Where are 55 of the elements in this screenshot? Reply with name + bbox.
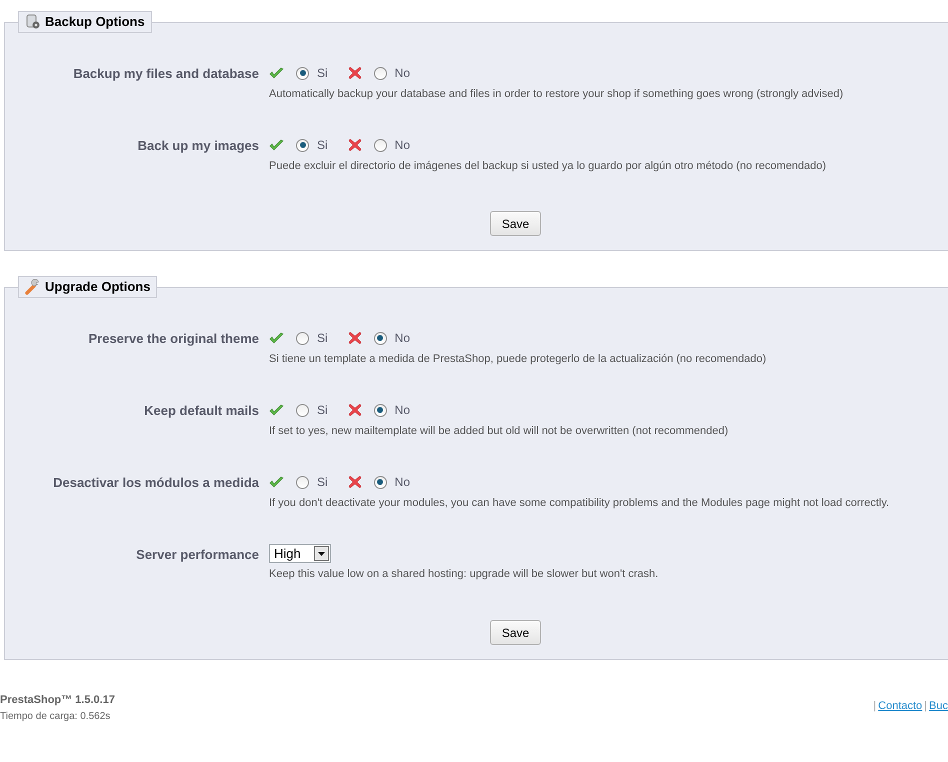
field-label: Server performance — [135, 546, 260, 564]
database-gear-icon — [25, 14, 41, 30]
load-time-text: Tiempo de carga: 0.562s — [0, 710, 112, 724]
field-description: Keep this value low on a shared hosting: upgrade will be slower but won't crash. — [269, 567, 658, 582]
link-separator: | — [924, 699, 928, 714]
radio-button[interactable] — [374, 332, 387, 344]
section-title: Backup Options — [45, 13, 145, 32]
field-description: Si tiene un template a medida de PrestaShop, puede protegerlo de la actualización (no recomendado) — [269, 352, 766, 367]
check-icon — [269, 66, 284, 80]
option-label: No — [394, 402, 410, 419]
radio-button[interactable] — [374, 138, 387, 152]
field-description: Automatically backup your database and files in order to restore your shop if something goes wrong (strongly advised) — [269, 87, 844, 102]
check-icon — [269, 138, 284, 152]
cross-icon — [348, 331, 362, 345]
cross-icon — [348, 138, 362, 152]
footer-link[interactable]: Buc — [929, 698, 948, 714]
save-button[interactable]: Save — [490, 620, 541, 645]
radio-button[interactable] — [374, 66, 387, 80]
footer-link[interactable]: Contacto — [878, 698, 922, 714]
option-label: Si — [317, 137, 328, 154]
option-label: Si — [317, 402, 328, 419]
save-button[interactable]: Save — [490, 211, 541, 236]
wrench-icon — [25, 279, 41, 295]
field-label: Desactivar los módulos a medida — [52, 474, 260, 492]
field-description: Puede excluir el directorio de imágenes del backup si usted ya lo guardo por algún otro método (no recomendado) — [269, 159, 826, 174]
radio-button[interactable] — [296, 404, 309, 416]
radio-button[interactable] — [296, 138, 309, 152]
option-label: Si — [317, 65, 328, 82]
check-icon — [269, 332, 284, 344]
performance-select[interactable]: High — [269, 544, 331, 563]
option-label: No — [394, 330, 410, 347]
check-icon — [269, 476, 284, 488]
version-text: PrestaShop™ 1.5.0.17 — [0, 693, 115, 708]
option-label: Si — [317, 474, 328, 491]
field-label: Back up my images — [136, 137, 260, 155]
link-separator: | — [873, 699, 876, 714]
option-label: No — [394, 137, 410, 154]
field-description: If set to yes, new mailtemplate will be added but old will not be overwritten (not recommended) — [269, 424, 728, 439]
check-icon — [269, 404, 284, 416]
radio-button[interactable] — [374, 476, 387, 488]
field-label: Preserve the original theme — [87, 330, 260, 348]
cross-icon — [348, 66, 362, 80]
option-label: No — [394, 65, 410, 82]
radio-button[interactable] — [296, 332, 309, 344]
option-label: Si — [317, 330, 328, 347]
field-description: If you don't deactivate your modules, you can have some compatibility problems and the Modules page might not load correctly. — [269, 496, 890, 511]
cross-icon — [348, 475, 362, 489]
radio-button[interactable] — [374, 404, 387, 416]
cross-icon — [348, 403, 362, 417]
field-label: Keep default mails — [143, 402, 260, 420]
radio-button[interactable] — [296, 476, 309, 488]
field-label: Backup my files and database — [72, 65, 260, 83]
section-title: Upgrade Options — [45, 278, 150, 296]
radio-button[interactable] — [296, 66, 309, 80]
option-label: No — [394, 474, 410, 491]
